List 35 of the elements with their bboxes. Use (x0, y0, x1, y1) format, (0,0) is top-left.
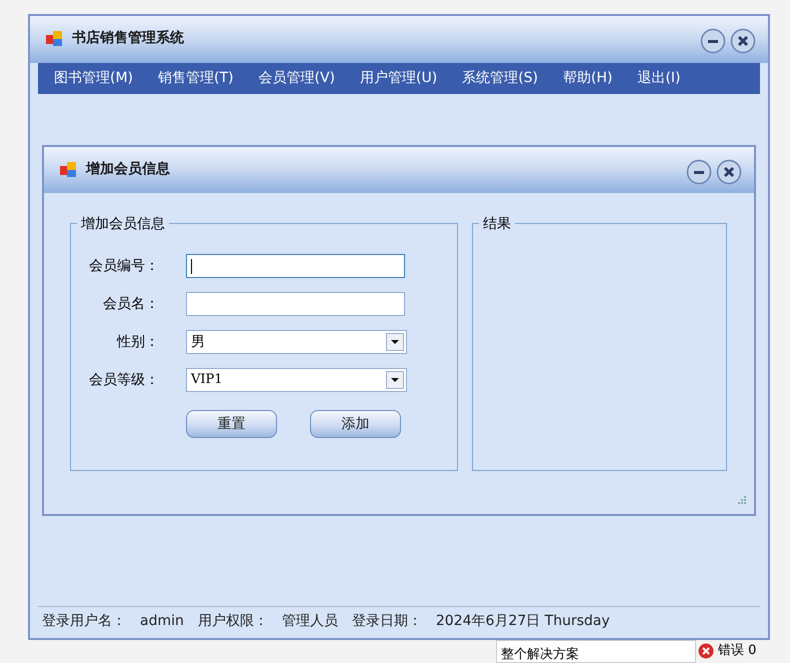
field-label: 会员名： (102, 294, 159, 314)
error-count[interactable]: 错误 0 (718, 641, 756, 660)
minimize-icon[interactable] (700, 28, 726, 54)
close-icon[interactable] (730, 28, 756, 54)
scope-dropdown[interactable]: 整个解决方案 (496, 640, 696, 663)
menu-item[interactable]: 系统管理(S) (462, 68, 538, 89)
field-label: 会员编号： (88, 256, 159, 276)
error-icon (698, 642, 714, 659)
status-value: admin (140, 612, 184, 631)
form-button[interactable]: 添加 (310, 410, 401, 438)
close-icon[interactable] (716, 159, 742, 185)
minimize-icon[interactable] (686, 159, 712, 185)
resize-grip-icon[interactable] (736, 494, 746, 504)
window-title: 书店销售管理系统 (72, 28, 184, 48)
menu-item[interactable]: 会员管理(V) (258, 68, 336, 89)
menu-item[interactable]: 销售管理(T) (158, 68, 234, 89)
app-icon (46, 30, 64, 46)
dropdown[interactable]: 男 (186, 330, 407, 354)
status-label: 登录日期： (352, 612, 422, 631)
menu-item[interactable]: 退出(I) (637, 68, 681, 89)
status-value: 管理人员 (282, 612, 338, 631)
text-field[interactable] (186, 292, 405, 316)
text-field[interactable] (186, 254, 405, 278)
window-title: 增加会员信息 (86, 160, 170, 179)
field-label: 会员等级： (88, 370, 159, 390)
dropdown[interactable]: VIP1 (186, 368, 407, 392)
menu-item[interactable]: 帮助(H) (563, 68, 612, 89)
status-value: 2024年6月27日 Thursday (436, 612, 610, 631)
field-label: 性别： (116, 332, 159, 352)
menu-item[interactable]: 用户管理(U) (360, 68, 438, 89)
status-label: 用户权限： (198, 612, 268, 631)
app-icon (60, 162, 78, 178)
form-button[interactable]: 重置 (186, 410, 277, 438)
status-label: 登录用户名： (42, 612, 126, 631)
menu-item[interactable]: 图书管理(M) (54, 68, 134, 89)
